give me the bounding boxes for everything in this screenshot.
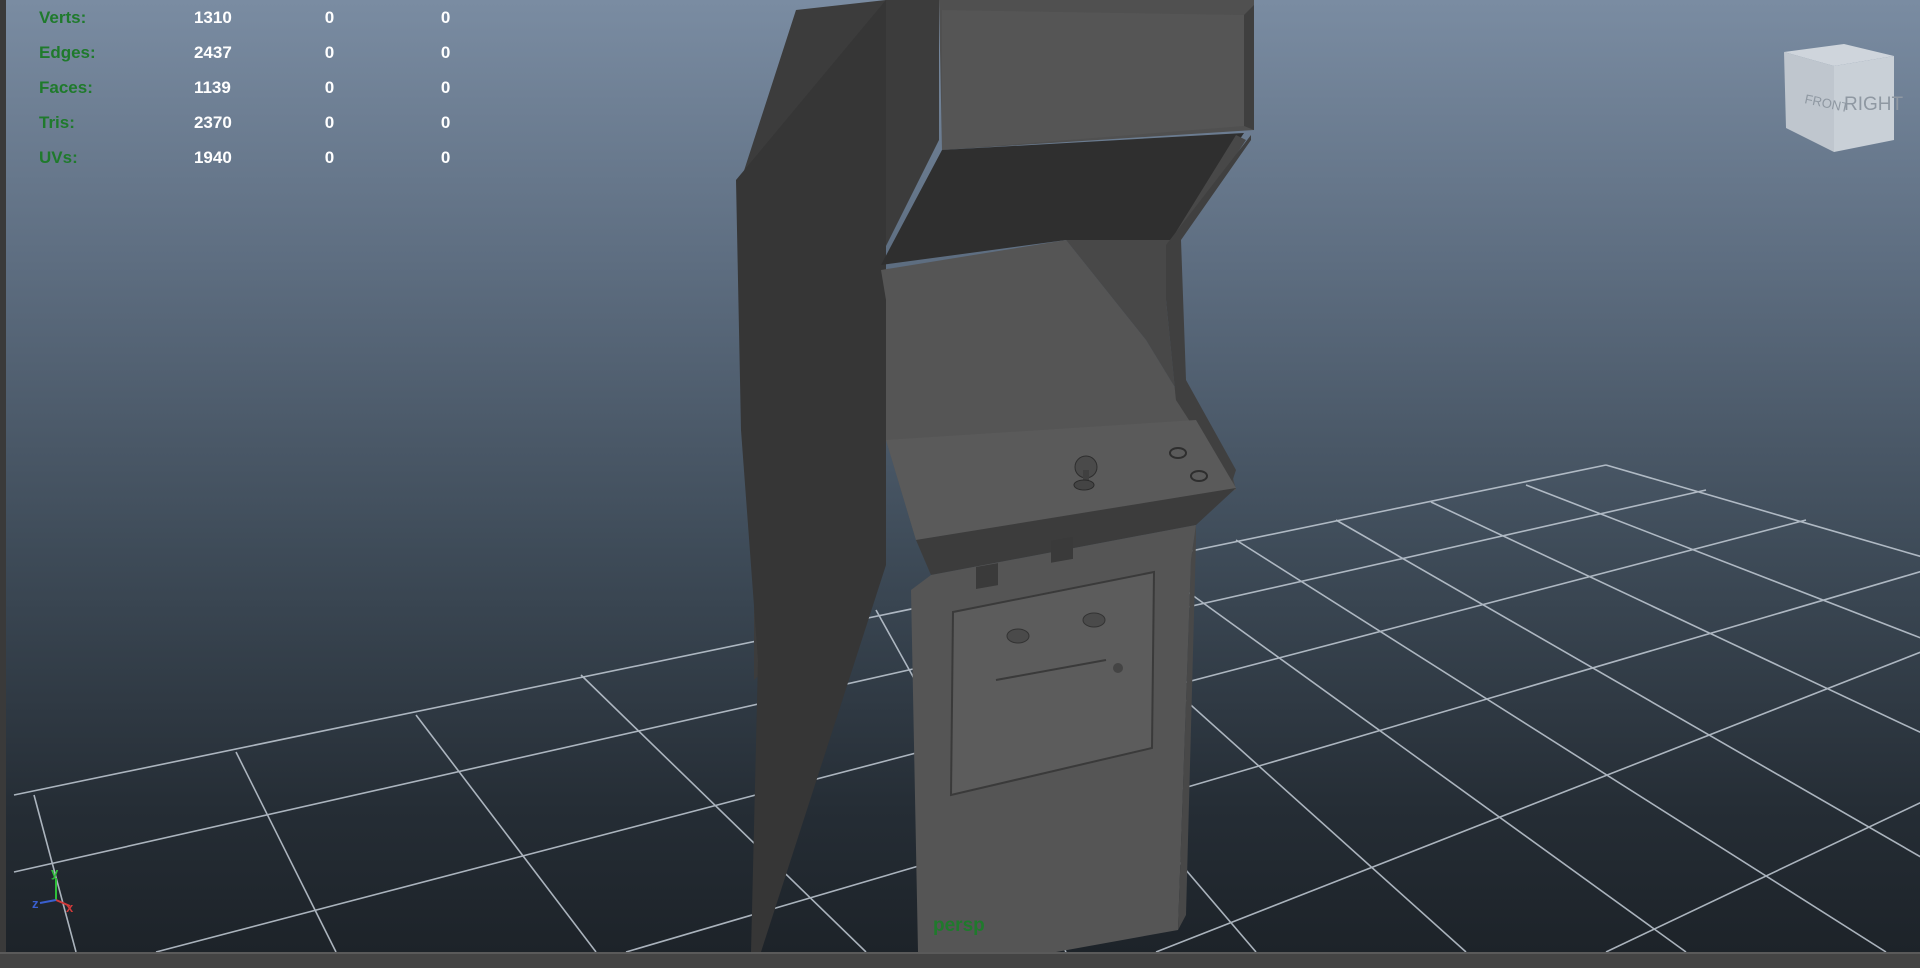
- hud-row-edges: Edges: 2437 0 0: [39, 35, 499, 70]
- hud-row-faces: Faces: 1139 0 0: [39, 70, 499, 105]
- axis-gizmo: y x z: [32, 865, 74, 915]
- hud-value: 0: [324, 78, 335, 97]
- axis-y-label: y: [51, 865, 59, 880]
- view-cube-right-label: RIGHT: [1844, 94, 1904, 115]
- hud-value: 0: [440, 148, 451, 167]
- hud-value: 2437: [193, 43, 232, 62]
- hud-value: 1940: [193, 148, 232, 167]
- hud-label: UVs:: [39, 148, 78, 167]
- arcade-cabinet-model[interactable]: [736, 0, 1254, 952]
- hud-value: 2370: [193, 113, 232, 132]
- hud-label: Tris:: [39, 113, 75, 132]
- hud-value: 0: [440, 113, 451, 132]
- hud-value: 1139: [193, 78, 231, 97]
- axis-z-label: z: [32, 896, 39, 911]
- perspective-viewport[interactable]: FRONT RIGHT y x z Verts: 1310 0 0 Edges:…: [0, 0, 1920, 952]
- poly-count-hud: Verts: 1310 0 0 Edges: 2437 0 0 Faces: 1…: [39, 0, 499, 175]
- axis-x-label: x: [66, 900, 74, 915]
- hud-value: 0: [440, 8, 451, 27]
- hud-value: 0: [324, 113, 335, 132]
- hud-value: 0: [324, 8, 335, 27]
- hud-value: 0: [440, 43, 451, 62]
- hud-row-uvs: UVs: 1940 0 0: [39, 140, 499, 175]
- hud-value: 0: [324, 43, 335, 62]
- hud-row-tris: Tris: 2370 0 0: [39, 105, 499, 140]
- hud-value: 0: [324, 148, 335, 167]
- hud-row-verts: Verts: 1310 0 0: [39, 0, 499, 35]
- hud-label: Edges:: [39, 43, 96, 62]
- hud-value: 0: [440, 78, 451, 97]
- view-cube[interactable]: FRONT RIGHT: [1784, 44, 1904, 152]
- hud-label: Faces:: [39, 78, 93, 97]
- hud-value: 1310: [193, 8, 232, 27]
- camera-name-label: persp: [933, 915, 985, 936]
- hud-label: Verts:: [39, 8, 87, 27]
